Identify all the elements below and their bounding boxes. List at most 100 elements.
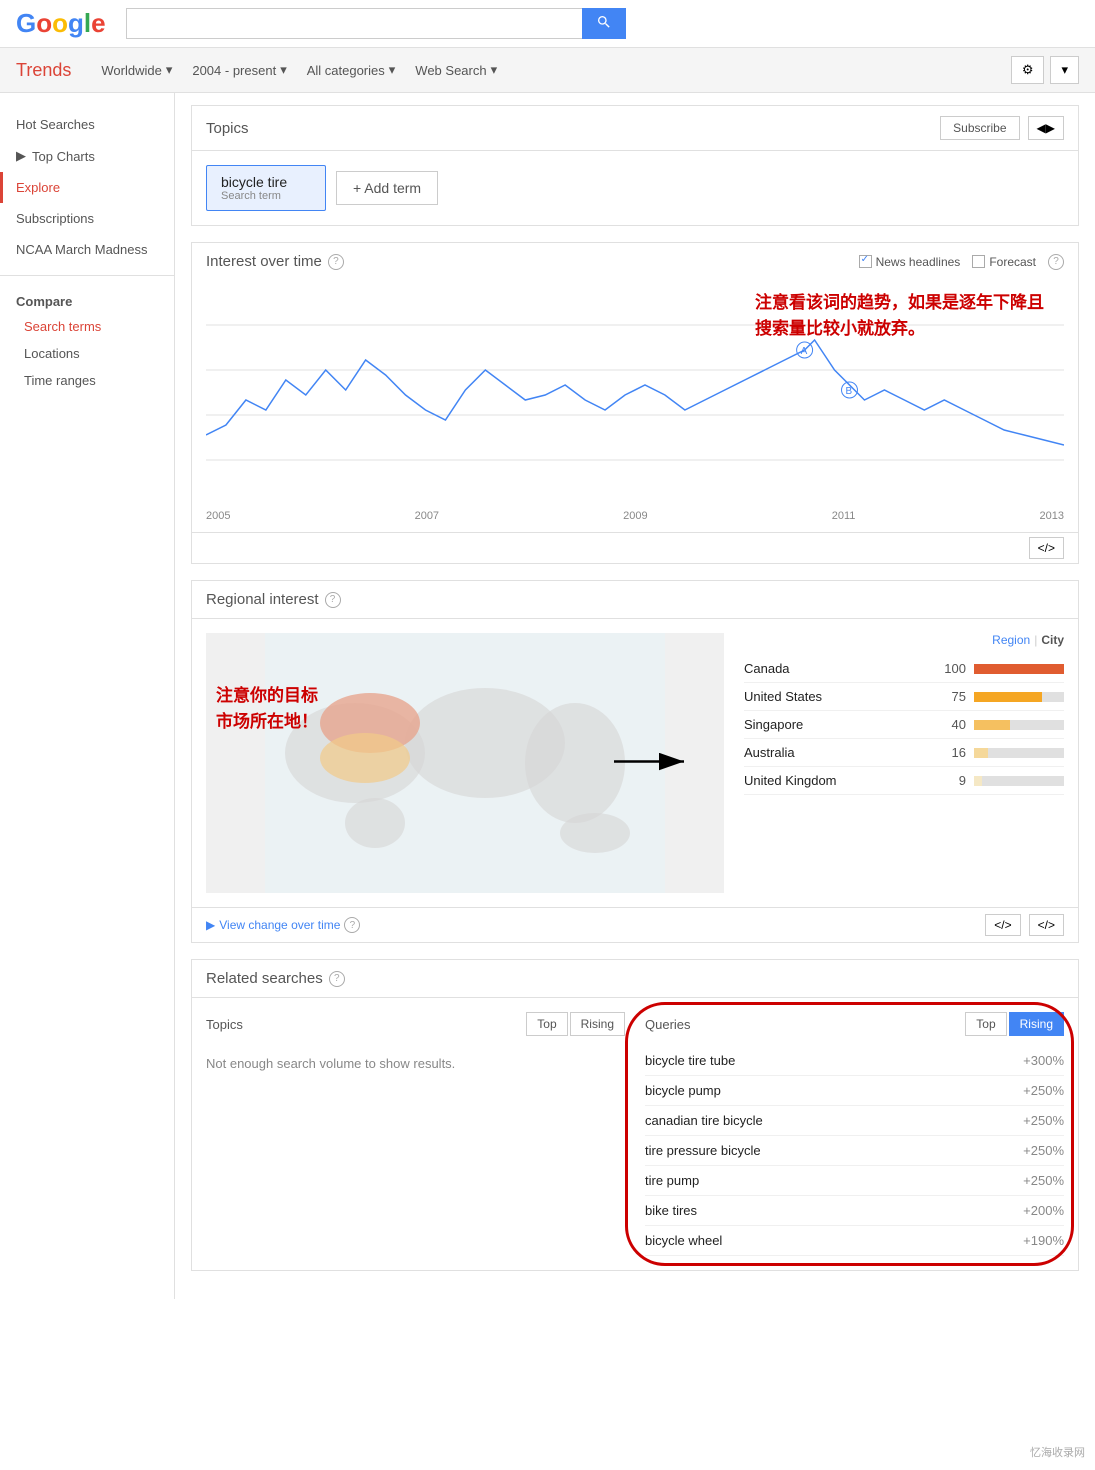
query-pct: +250%: [1023, 1083, 1064, 1098]
region-row: United States 75: [744, 683, 1064, 711]
search-term-label: Search term: [221, 190, 311, 202]
sidebar-item-hot-searches[interactable]: Hot Searches: [0, 109, 174, 140]
no-data-text: Not enough search volume to show results…: [206, 1046, 625, 1081]
related-section: Related searches ? Topics Top Rising Not…: [191, 959, 1079, 1271]
share-button[interactable]: ◀▶: [1028, 116, 1064, 140]
queries-col-label: Queries: [645, 1017, 965, 1032]
svg-text:A: A: [801, 346, 808, 357]
forecast-help-icon[interactable]: ?: [1048, 254, 1064, 270]
compare-label: Compare: [0, 286, 174, 313]
nav-category[interactable]: All categories ▾: [307, 62, 396, 78]
related-body: Topics Top Rising Not enough search volu…: [192, 998, 1078, 1270]
queries-rising-btn[interactable]: Rising: [1009, 1012, 1064, 1036]
sidebar-compare-search-terms[interactable]: Search terms: [0, 313, 174, 340]
interest-options: News headlines Forecast ?: [859, 254, 1064, 270]
region-name-canada[interactable]: Canada: [744, 661, 936, 676]
search-term-tag[interactable]: bicycle tire Search term: [206, 165, 326, 211]
query-pct: +200%: [1023, 1203, 1064, 1218]
regional-header: Regional interest ?: [192, 581, 1078, 619]
query-row: bicycle tire tube +300%: [645, 1046, 1064, 1076]
query-pct: +250%: [1023, 1173, 1064, 1188]
logo-e: e: [91, 8, 105, 38]
region-tab-city[interactable]: City: [1041, 633, 1064, 647]
view-change-help[interactable]: ?: [344, 917, 360, 933]
topics-body: bicycle tire Search term + Add term: [192, 151, 1078, 225]
subscribe-button[interactable]: Subscribe: [940, 116, 1019, 140]
regional-help-icon[interactable]: ?: [325, 592, 341, 608]
year-labels: 2005 2007 2009 2011 2013: [206, 510, 1064, 522]
region-tabs: Region | City: [744, 633, 1064, 647]
region-score-uk: 9: [936, 773, 966, 788]
navbar: Trends Worldwide ▾ 2004 - present ▾ All …: [0, 48, 1095, 93]
forecast-label[interactable]: Forecast: [972, 255, 1036, 269]
view-change-button[interactable]: ▶ View change over time ?: [206, 917, 360, 933]
query-term[interactable]: tire pump: [645, 1173, 699, 1188]
logo-o2: o: [52, 8, 68, 38]
chart-annotation: 注意看该词的趋势，如果是逐年下降且搜索量比较小就放弃。: [755, 290, 1044, 341]
region-bar-bg-uk: [974, 776, 1064, 786]
related-help-icon[interactable]: ?: [329, 971, 345, 987]
region-name-uk[interactable]: United Kingdom: [744, 773, 936, 788]
queries-top-btn[interactable]: Top: [965, 1012, 1006, 1036]
add-term-button[interactable]: + Add term: [336, 171, 438, 205]
query-term[interactable]: bicycle pump: [645, 1083, 721, 1098]
topics-col: Topics Top Rising Not enough search volu…: [206, 1012, 625, 1256]
search-input[interactable]: bicycle tire: [126, 8, 582, 39]
interest-chart-container: 注意看该词的趋势，如果是逐年下降且搜索量比较小就放弃。 A: [206, 280, 1064, 480]
news-headlines-label[interactable]: News headlines: [859, 255, 961, 269]
region-name-au[interactable]: Australia: [744, 745, 936, 760]
sidebar-item-explore[interactable]: Explore: [0, 172, 174, 203]
view-change-label: View change over time: [219, 918, 340, 932]
query-row: tire pump +250%: [645, 1166, 1064, 1196]
region-bar-bg-canada: [974, 664, 1064, 674]
query-term[interactable]: tire pressure bicycle: [645, 1143, 761, 1158]
nav-type[interactable]: Web Search ▾: [415, 62, 497, 78]
query-term[interactable]: canadian tire bicycle: [645, 1113, 763, 1128]
trends-title[interactable]: Trends: [16, 60, 71, 81]
query-pct: +250%: [1023, 1143, 1064, 1158]
region-name-sg[interactable]: Singapore: [744, 717, 936, 732]
query-term[interactable]: bicycle tire tube: [645, 1053, 735, 1068]
nav-geo[interactable]: Worldwide ▾: [101, 62, 172, 78]
regional-section: Regional interest ?: [191, 580, 1079, 943]
sidebar-item-top-charts[interactable]: ▶ Top Charts: [0, 140, 174, 172]
query-row: bike tires +200%: [645, 1196, 1064, 1226]
topics-top-btn[interactable]: Top: [526, 1012, 567, 1036]
view-change-arrow: ▶: [206, 918, 215, 932]
sidebar-compare-locations[interactable]: Locations: [0, 340, 174, 367]
region-row: Canada 100: [744, 655, 1064, 683]
nav-gear-area: ⚙ ▾: [1011, 56, 1079, 84]
query-term[interactable]: bicycle wheel: [645, 1233, 722, 1248]
news-headlines-checkbox[interactable]: [859, 255, 872, 268]
query-row: canadian tire bicycle +250%: [645, 1106, 1064, 1136]
sidebar-compare-time-ranges[interactable]: Time ranges: [0, 367, 174, 394]
embed-button[interactable]: </>: [1029, 537, 1064, 559]
query-term[interactable]: bike tires: [645, 1203, 697, 1218]
topics-rising-btn[interactable]: Rising: [570, 1012, 625, 1036]
embed-button-2[interactable]: </>: [985, 914, 1020, 936]
region-tab-region[interactable]: Region: [992, 633, 1030, 647]
search-term-value: bicycle tire: [221, 174, 311, 190]
region-score-us: 75: [936, 689, 966, 704]
logo-o1: o: [36, 8, 52, 38]
nav-date[interactable]: 2004 - present ▾: [192, 62, 286, 78]
interest-section: Interest over time ? News headlines Fore…: [191, 242, 1079, 564]
region-name-us[interactable]: United States: [744, 689, 936, 704]
query-pct: +250%: [1023, 1113, 1064, 1128]
region-score-canada: 100: [936, 661, 966, 676]
sidebar-item-ncaa[interactable]: NCAA March Madness: [0, 234, 174, 265]
main-layout: Hot Searches ▶ Top Charts Explore Subscr…: [0, 93, 1095, 1299]
query-row: bicycle pump +250%: [645, 1076, 1064, 1106]
embed-button-3[interactable]: </>: [1029, 914, 1064, 936]
svg-text:B: B: [846, 386, 853, 397]
forecast-checkbox[interactable]: [972, 255, 985, 268]
query-pct: +190%: [1023, 1233, 1064, 1248]
more-button[interactable]: ▾: [1050, 56, 1079, 84]
region-bar-bg-sg: [974, 720, 1064, 730]
sidebar: Hot Searches ▶ Top Charts Explore Subscr…: [0, 93, 175, 1299]
header: Google bicycle tire: [0, 0, 1095, 48]
sidebar-item-subscriptions[interactable]: Subscriptions: [0, 203, 174, 234]
settings-button[interactable]: ⚙: [1011, 56, 1045, 84]
search-button[interactable]: [582, 8, 626, 39]
interest-help-icon[interactable]: ?: [328, 254, 344, 270]
